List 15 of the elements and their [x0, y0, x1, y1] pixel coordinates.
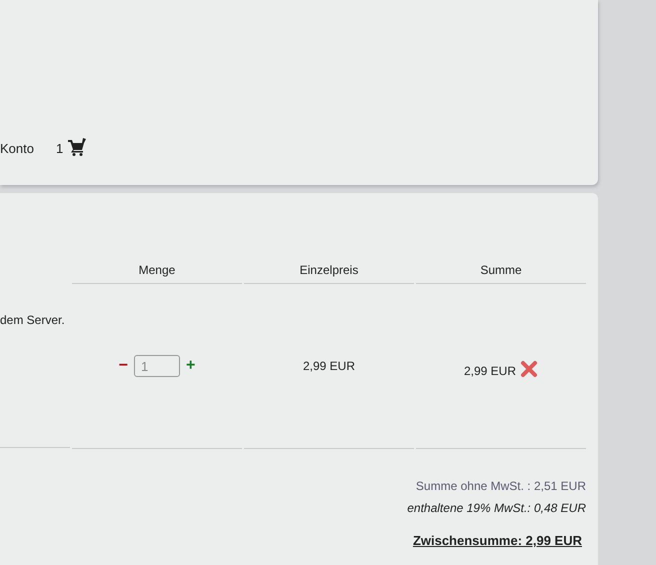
cart-count: 1	[56, 141, 64, 156]
decrease-button[interactable]: −	[118, 358, 128, 374]
remove-icon[interactable]	[520, 360, 538, 378]
account-link[interactable]: Konto	[0, 141, 34, 156]
increase-button[interactable]: +	[186, 358, 196, 374]
vat-amount: enthaltene 19% MwSt.: 0,48 EUR	[407, 501, 586, 515]
unit-price: 2,99 EUR	[302, 359, 356, 373]
line-total: 2,99 EUR	[464, 364, 516, 378]
column-header: Summe	[416, 255, 586, 284]
column-header: Menge	[72, 255, 242, 284]
column-header: Einzelpreis	[244, 255, 414, 284]
product-description: dem Server.	[0, 313, 65, 327]
subtotal: Zwischensumme: 2,99 EUR	[412, 533, 582, 548]
net-total: Summe ohne MwSt. : 2,51 EUR	[416, 479, 586, 493]
cart-icon[interactable]	[67, 138, 86, 156]
